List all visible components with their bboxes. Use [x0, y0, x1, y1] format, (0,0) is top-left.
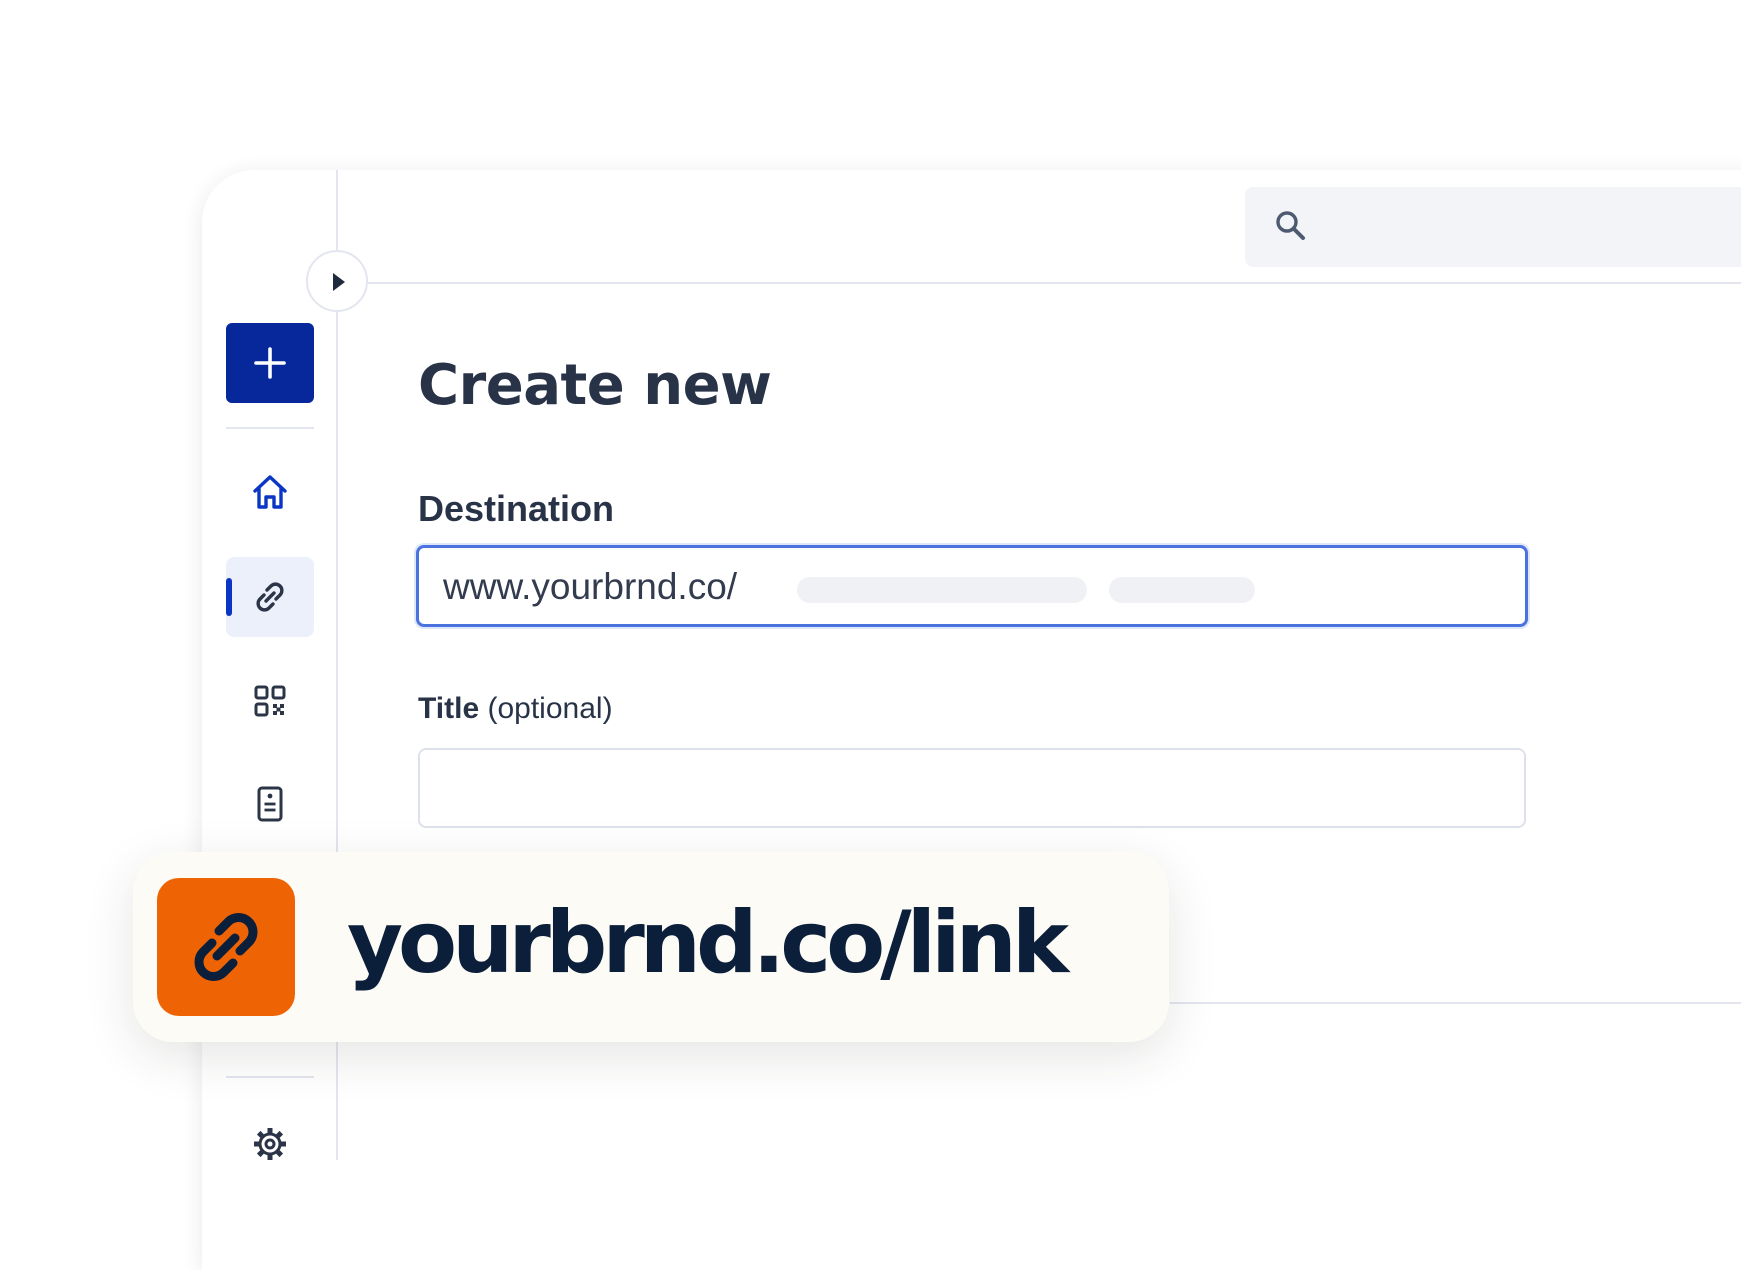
destination-value: www.yourbrnd.co/	[443, 566, 738, 607]
topbar-divider	[368, 282, 1741, 284]
create-new-button[interactable]	[226, 323, 314, 403]
sidebar-item-home[interactable]	[226, 452, 314, 532]
short-link-card: yourbrnd.co/link	[133, 852, 1169, 1042]
redacted-text-placeholder	[1109, 577, 1255, 603]
search-bar[interactable]	[1245, 187, 1741, 267]
title-input[interactable]	[418, 748, 1526, 828]
sidebar-item-qr-codes[interactable]	[226, 661, 314, 741]
destination-input[interactable]: www.yourbrnd.co/	[416, 545, 1528, 627]
link-icon	[256, 582, 284, 612]
title-optional-hint: (optional)	[487, 692, 613, 725]
caret-right-icon	[333, 273, 345, 291]
home-icon	[253, 475, 287, 509]
title-label-text: Title	[418, 692, 480, 725]
redacted-text-placeholder	[797, 577, 1087, 603]
sidebar-item-settings[interactable]	[226, 1104, 314, 1160]
sidebar-expand-toggle[interactable]	[306, 250, 368, 312]
plus-icon	[254, 347, 286, 379]
destination-label: Destination	[418, 488, 615, 529]
sidebar-item-links[interactable]	[226, 557, 314, 637]
short-link-text: yourbrnd.co/link	[347, 893, 1069, 993]
page-title: Create new	[418, 353, 772, 418]
link-icon	[194, 913, 258, 981]
sidebar-separator	[226, 427, 314, 429]
title-label: Title (optional)	[418, 692, 613, 726]
document-icon	[257, 786, 283, 822]
active-indicator	[226, 578, 232, 616]
qr-code-icon	[254, 685, 286, 717]
sidebar-separator	[226, 1076, 314, 1078]
form-bottom-divider	[1170, 1002, 1741, 1004]
gear-icon	[254, 1128, 286, 1160]
short-link-badge	[157, 878, 295, 1016]
search-icon	[1274, 209, 1308, 248]
sidebar-item-pages[interactable]	[226, 764, 314, 844]
